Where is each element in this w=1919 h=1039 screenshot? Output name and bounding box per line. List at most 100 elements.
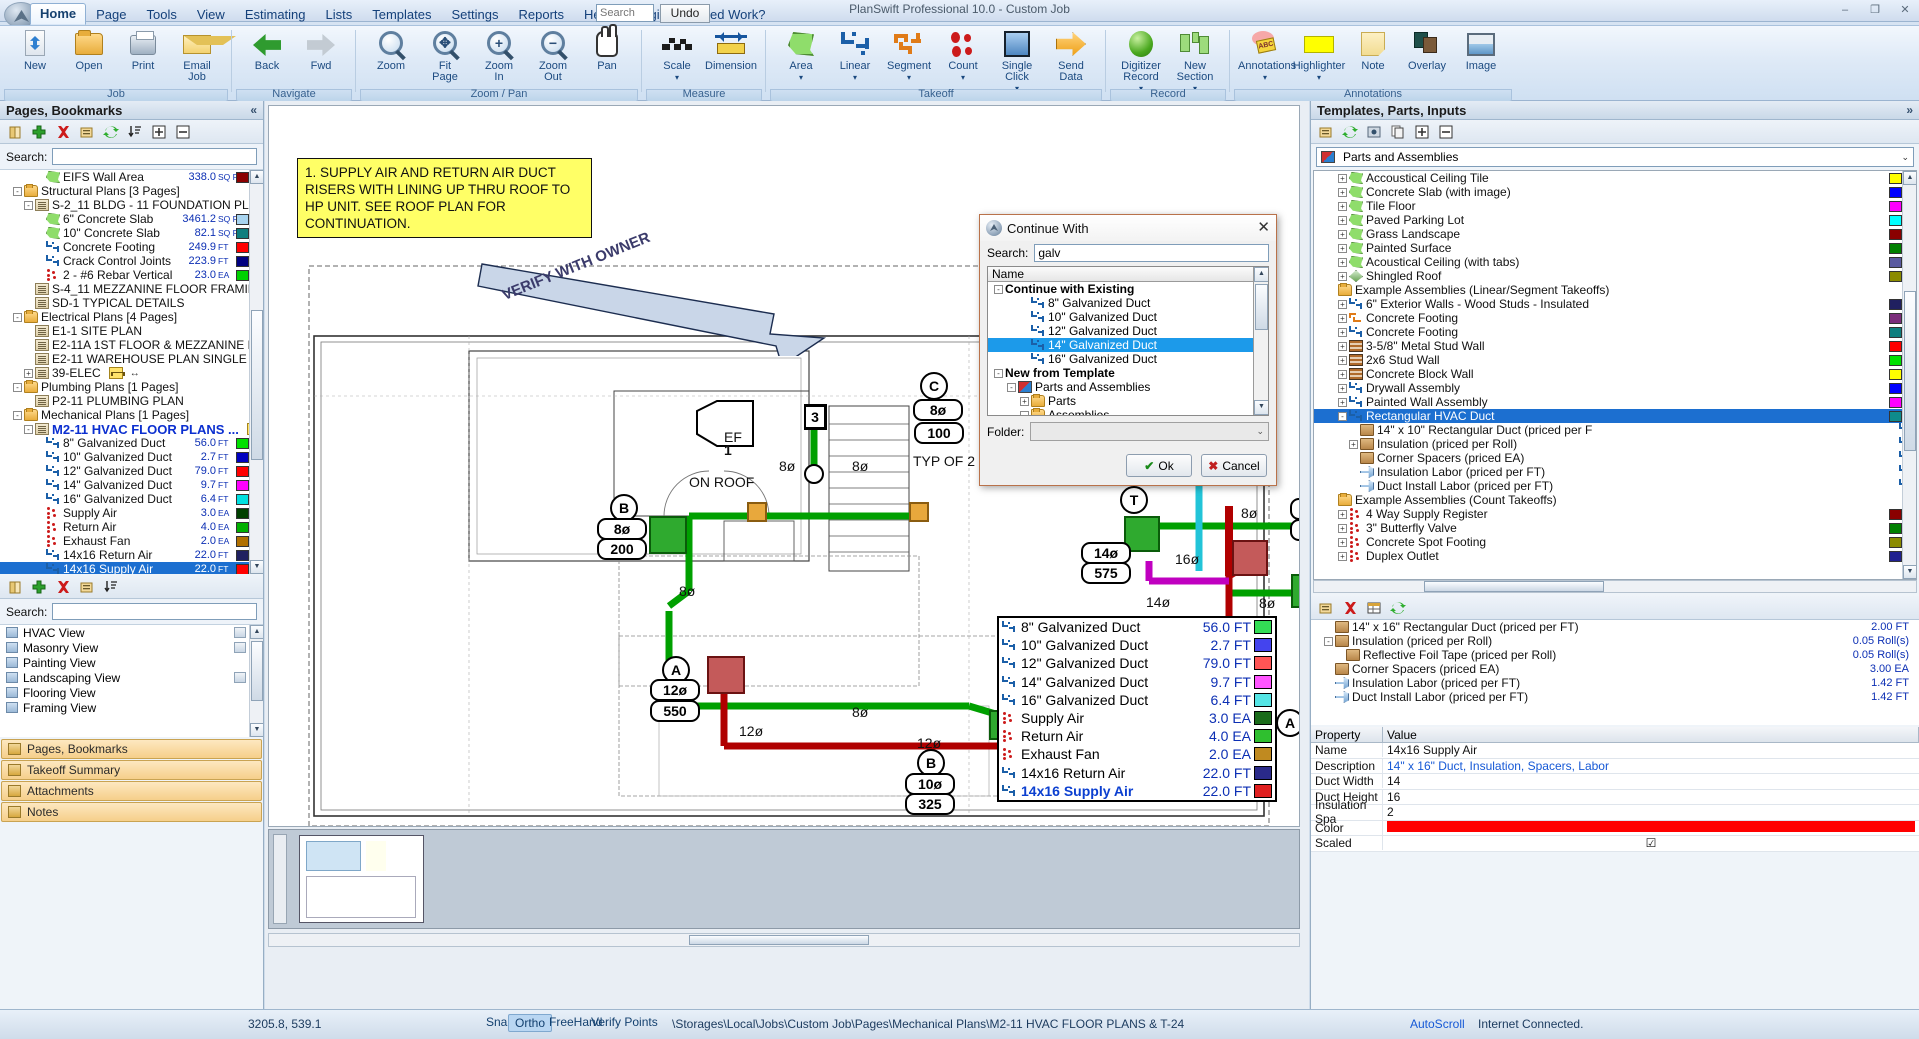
scroll-up-icon[interactable]: ▲ bbox=[250, 625, 263, 639]
parts-assemblies-tree[interactable]: +Accoustical Ceiling Tile+Concrete Slab … bbox=[1313, 170, 1917, 580]
parts-list-row[interactable]: Insulation Labor (priced per FT)1.42 FT bbox=[1311, 676, 1919, 690]
property-row[interactable]: Duct Height16 bbox=[1311, 790, 1919, 806]
view-list-item[interactable]: Masonry View bbox=[0, 640, 249, 655]
copy-icon[interactable] bbox=[1390, 124, 1406, 140]
accordion-attachments[interactable]: Attachments bbox=[1, 781, 262, 801]
pages-tree-row[interactable]: SD-1 TYPICAL DETAILS bbox=[0, 296, 249, 310]
dialog-list[interactable]: Name -Continue with Existing8" Galvanize… bbox=[987, 266, 1269, 416]
expand-icon[interactable]: + bbox=[1338, 342, 1347, 351]
ribbon-button-pan[interactable]: Pan bbox=[580, 28, 634, 88]
views-search-input[interactable] bbox=[52, 603, 257, 620]
pages-tree-row[interactable]: -Electrical Plans [4 Pages] bbox=[0, 310, 249, 324]
property-row[interactable]: Duct Width14 bbox=[1311, 774, 1919, 790]
right-tree-horizontal-scrollbar[interactable] bbox=[1313, 580, 1917, 593]
ribbon-button-back[interactable]: Back bbox=[240, 28, 294, 88]
ribbon-button-fwd[interactable]: Fwd bbox=[294, 28, 348, 88]
pages-tree-row[interactable]: E2-11 WAREHOUSE PLAN SINGLE LINE DIAGR..… bbox=[0, 352, 249, 366]
pages-tree-row[interactable]: -S-2_11 BLDG - 11 FOUNDATION PLAN bbox=[0, 198, 249, 212]
parts-tree-row[interactable]: +2x6 Stud Wall bbox=[1314, 353, 1902, 367]
pages-tree-row[interactable]: P2-11 PLUMBING PLAN bbox=[0, 394, 249, 408]
parts-tree-row[interactable]: +Acoustical Ceiling (with tabs) bbox=[1314, 255, 1902, 269]
ribbon-button-open[interactable]: Open bbox=[62, 28, 116, 88]
properties-icon[interactable] bbox=[79, 124, 95, 140]
parts-tree-row[interactable]: Example Assemblies (Linear/Segment Takeo… bbox=[1314, 283, 1902, 297]
dialog-list-row[interactable]: 14" Galvanized Duct bbox=[988, 338, 1253, 352]
ribbon-button-count[interactable]: Count▾ bbox=[936, 28, 990, 88]
dialog-list-row[interactable]: -New from Template bbox=[988, 366, 1253, 380]
record-icon[interactable] bbox=[1366, 124, 1382, 140]
properties-icon[interactable] bbox=[79, 579, 95, 595]
parts-tree-row[interactable]: +3" Butterfly Valve bbox=[1314, 521, 1902, 535]
property-checkbox[interactable]: ☑ bbox=[1387, 836, 1915, 850]
pages-tree-row[interactable]: E2-11A 1ST FLOOR & MEZZANINE LEVEL OFFI.… bbox=[0, 338, 249, 352]
refresh-icon[interactable] bbox=[103, 124, 119, 140]
view-list-item[interactable]: Flooring View bbox=[0, 685, 249, 700]
properties-icon[interactable] bbox=[1318, 600, 1334, 616]
dialog-close-icon[interactable]: ✕ bbox=[1257, 221, 1270, 235]
expand-icon[interactable]: + bbox=[1020, 397, 1029, 406]
collapse-icon[interactable]: - bbox=[13, 411, 22, 420]
refresh-icon[interactable] bbox=[1342, 124, 1358, 140]
expand-all-icon[interactable] bbox=[1414, 124, 1430, 140]
delete-icon[interactable] bbox=[55, 579, 71, 595]
ribbon-button-highlighter[interactable]: Highlighter▾ bbox=[1292, 28, 1346, 88]
collapse-icon[interactable]: - bbox=[994, 285, 1003, 294]
view-toggle-icon[interactable] bbox=[234, 627, 246, 638]
collapse-all-icon[interactable] bbox=[1438, 124, 1454, 140]
scroll-thumb[interactable] bbox=[251, 310, 263, 460]
accordion-notes[interactable]: Notes bbox=[1, 802, 262, 822]
parts-tree-row[interactable]: +Insulation (priced per Roll) bbox=[1314, 437, 1902, 451]
expand-icon[interactable]: + bbox=[1338, 538, 1347, 547]
dialog-list-row[interactable]: 10" Galvanized Duct bbox=[988, 310, 1253, 324]
parts-tree-row[interactable]: +Concrete Spot Footing bbox=[1314, 535, 1902, 549]
expand-icon[interactable]: + bbox=[1338, 258, 1347, 267]
ribbon-button-zoom[interactable]: Zoom bbox=[364, 28, 418, 88]
parts-tree-row[interactable]: +Paved Parking Lot bbox=[1314, 213, 1902, 227]
ribbon-button-linear[interactable]: Linear▾ bbox=[828, 28, 882, 88]
expand-icon[interactable]: + bbox=[1338, 272, 1347, 281]
parts-tree-row[interactable]: +Duplex Outlet bbox=[1314, 549, 1902, 563]
scroll-up-icon[interactable]: ▲ bbox=[250, 170, 263, 184]
pages-tree-row[interactable]: 10" Concrete Slab82.1SQ FT bbox=[0, 226, 249, 240]
dialog-list-row[interactable]: 12" Galvanized Duct bbox=[988, 324, 1253, 338]
dialog-scroll-thumb[interactable] bbox=[1255, 284, 1268, 330]
dialog-folder-dropdown[interactable]: ⌄ bbox=[1030, 422, 1269, 441]
expand-icon[interactable]: + bbox=[1338, 188, 1347, 197]
dialog-list-row[interactable]: -Continue with Existing bbox=[988, 282, 1253, 296]
dialog-list-row[interactable]: -Assemblies bbox=[988, 408, 1253, 416]
grid-icon[interactable] bbox=[1366, 600, 1382, 616]
accordion-takeoff-summary[interactable]: Takeoff Summary bbox=[1, 760, 262, 780]
ribbon-tab-view[interactable]: View bbox=[187, 4, 235, 25]
pages-tree-row[interactable]: Concrete Footing249.9FT bbox=[0, 240, 249, 254]
scroll-up-icon[interactable]: ▲ bbox=[1254, 267, 1269, 282]
thumbnail-scroll-left[interactable] bbox=[273, 834, 287, 924]
parts-tree-row[interactable]: +Concrete Block Wall bbox=[1314, 367, 1902, 381]
parts-tree-row[interactable]: Corner Spacers (priced EA) bbox=[1314, 451, 1902, 465]
views-scrollbar[interactable]: ▲▼ bbox=[249, 625, 263, 737]
properties-icon[interactable] bbox=[1318, 124, 1334, 140]
expand-icon[interactable]: + bbox=[1338, 216, 1347, 225]
add-icon[interactable] bbox=[31, 579, 47, 595]
ribbon-tab-estimating[interactable]: Estimating bbox=[235, 4, 316, 25]
dialog-ok-button[interactable]: ✔ Ok bbox=[1126, 454, 1192, 477]
pages-tree-row[interactable]: 14x16 Return Air22.0FT bbox=[0, 548, 249, 562]
collapse-icon[interactable]: - bbox=[994, 369, 1003, 378]
add-icon[interactable] bbox=[31, 124, 47, 140]
ribbon-tab-reports[interactable]: Reports bbox=[508, 4, 574, 25]
parts-tree-row[interactable]: +Concrete Footing bbox=[1314, 311, 1902, 325]
view-toggle-icon[interactable] bbox=[234, 642, 246, 653]
collapse-all-icon[interactable] bbox=[175, 124, 191, 140]
expand-icon[interactable]: + bbox=[1338, 370, 1347, 379]
expand-icon[interactable]: + bbox=[1338, 552, 1347, 561]
sort-icon[interactable] bbox=[103, 579, 119, 595]
pages-tree-row[interactable]: 14" Galvanized Duct9.7FT bbox=[0, 478, 249, 492]
ribbon-tab-home[interactable]: Home bbox=[30, 3, 86, 25]
pages-tree-row[interactable]: E1-1 SITE PLAN bbox=[0, 324, 249, 338]
view-list-item[interactable]: Framing View bbox=[0, 700, 249, 715]
collapse-icon[interactable]: - bbox=[13, 187, 22, 196]
parts-tree-row[interactable]: -Rectangular HVAC Duct bbox=[1314, 409, 1902, 423]
parts-tree-row[interactable]: +Concrete Footing bbox=[1314, 325, 1902, 339]
pages-tree-row[interactable]: 8" Galvanized Duct56.0FT bbox=[0, 436, 249, 450]
property-row[interactable]: Color bbox=[1311, 821, 1919, 837]
view-list-item[interactable]: HVAC View bbox=[0, 625, 249, 640]
